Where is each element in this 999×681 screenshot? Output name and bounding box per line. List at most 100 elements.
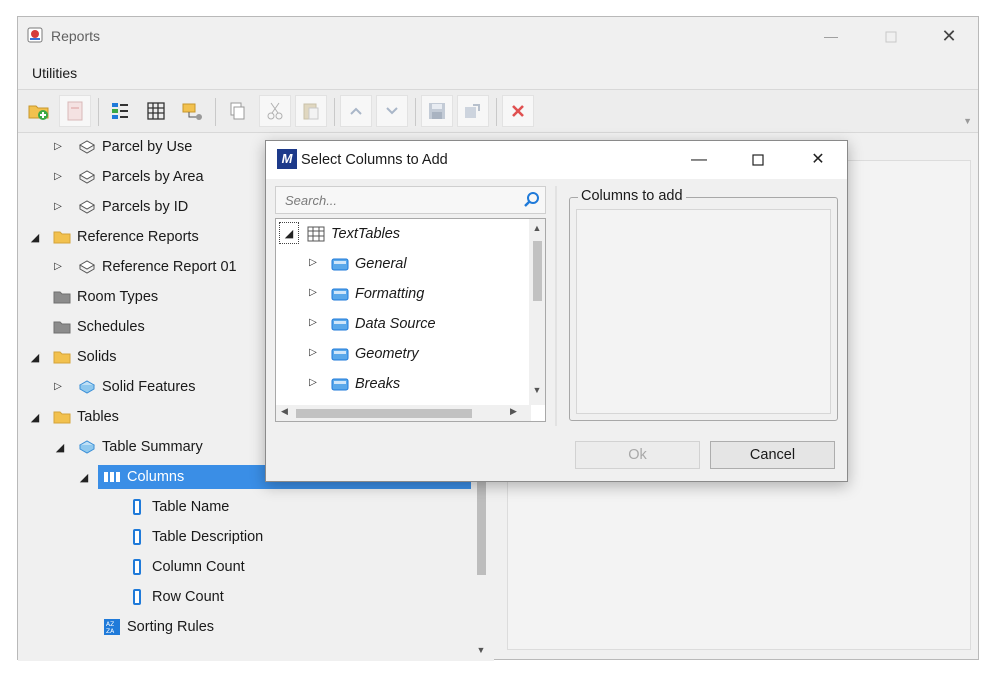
category-icon [331, 318, 349, 331]
folder-icon [53, 291, 71, 304]
scroll-right-icon[interactable]: ▶ [510, 406, 517, 417]
toolbar-overflow-icon[interactable]: ▼ [963, 116, 972, 126]
category-icon [331, 378, 349, 391]
maximize-icon [752, 154, 764, 166]
dialog-tree-item-breaks[interactable]: Breaks [331, 370, 400, 398]
dialog-tree-hscroll-thumb[interactable] [296, 409, 472, 418]
copy-button[interactable] [221, 95, 253, 127]
tree-item-parcel-by-use[interactable]: Parcel by Use [78, 135, 192, 159]
tree-item-parcels-by-id[interactable]: Parcels by ID [78, 195, 188, 219]
collapse-arrow-icon[interactable]: ◢ [29, 231, 41, 244]
minimize-button[interactable]: — [808, 23, 854, 49]
expand-arrow-icon[interactable]: ▷ [52, 261, 64, 272]
collapse-arrow-icon[interactable]: ◢ [54, 441, 66, 454]
dialog-tree-vscrollbar[interactable]: ▲ ▼ [529, 219, 545, 405]
tree-item-schedules[interactable]: Schedules [53, 315, 145, 339]
table-icon [307, 226, 325, 242]
svg-text:ZA: ZA [106, 628, 115, 635]
tree-item-column-count[interactable]: Column Count [128, 555, 245, 579]
move-down-button[interactable] [376, 95, 408, 127]
copy-icon [230, 102, 245, 120]
window-title: Reports [51, 28, 101, 44]
tree-item-table-description[interactable]: Table Description [128, 525, 263, 549]
new-report-button[interactable] [59, 95, 91, 127]
search-icon[interactable] [523, 191, 541, 209]
search-input[interactable] [276, 187, 516, 213]
chevron-down-icon [386, 107, 398, 115]
expand-arrow-icon[interactable]: ▷ [307, 257, 319, 268]
tree-item-reference-reports[interactable]: Reference Reports [53, 225, 199, 249]
table-button[interactable] [140, 95, 172, 127]
move-up-button[interactable] [340, 95, 372, 127]
column-icon [133, 499, 141, 515]
tree-scrollbar[interactable]: ▼ [475, 475, 487, 661]
columns-to-add-label: Columns to add [578, 188, 686, 204]
expand-arrow-icon[interactable]: ▷ [307, 287, 319, 298]
delete-button[interactable] [502, 95, 534, 127]
column-icon [133, 559, 141, 575]
properties-button[interactable] [176, 95, 208, 127]
scroll-left-icon[interactable]: ◀ [281, 406, 288, 417]
dialog-tree-item-general[interactable]: General [331, 250, 407, 278]
chevron-up-icon [350, 107, 362, 115]
tree-item-room-types[interactable]: Room Types [53, 285, 158, 309]
collapse-arrow-icon[interactable]: ◢ [78, 471, 90, 484]
scroll-down-icon[interactable]: ▼ [529, 385, 545, 395]
tree-item-row-count[interactable]: Row Count [128, 585, 224, 609]
dialog-splitter[interactable] [555, 186, 557, 426]
tree-item-parcels-by-area[interactable]: Parcels by Area [78, 165, 204, 189]
tree-item-reference-report-01[interactable]: Reference Report 01 [78, 255, 237, 279]
dialog-tree-hscrollbar[interactable]: ◀ ▶ [276, 405, 531, 421]
ok-button[interactable]: Ok [575, 441, 700, 469]
scroll-down-icon[interactable]: ▼ [475, 645, 487, 655]
expand-arrow-icon[interactable]: ▷ [307, 347, 319, 358]
dialog-tree-item-geometry[interactable]: Geometry [331, 340, 419, 368]
expand-arrow-icon[interactable]: ▷ [52, 381, 64, 392]
dialog-maximize-button[interactable] [738, 147, 778, 173]
title-bar: Reports — ✕ [18, 17, 978, 55]
save-icon [429, 103, 445, 119]
tree-item-table-summary[interactable]: Table Summary [78, 435, 203, 459]
collapse-arrow-icon[interactable]: ◢ [283, 227, 295, 240]
dialog-tree-item-data-source[interactable]: Data Source [331, 310, 436, 338]
select-columns-dialog: M Select Columns to Add — ✕ ◢ TextTables… [265, 140, 848, 482]
toolbar: ▼ [18, 89, 978, 133]
maximize-button[interactable] [868, 23, 914, 49]
dialog-tree-item-formatting[interactable]: Formatting [331, 280, 424, 308]
export-icon [465, 104, 480, 118]
report-list-button[interactable] [104, 95, 136, 127]
add-folder-button[interactable] [23, 95, 55, 127]
expand-arrow-icon[interactable]: ▷ [307, 377, 319, 388]
dialog-tree-vscroll-thumb[interactable] [533, 241, 542, 301]
tree-item-tables[interactable]: Tables [53, 405, 119, 429]
expand-arrow-icon[interactable]: ▷ [307, 317, 319, 328]
cancel-button[interactable]: Cancel [710, 441, 835, 469]
dialog-tree-item-texttables[interactable]: TextTables [307, 220, 400, 248]
expand-arrow-icon[interactable]: ▷ [52, 141, 64, 152]
menu-utilities[interactable]: Utilities [32, 65, 77, 81]
tree-scrollbar-thumb[interactable] [477, 475, 486, 575]
paste-button[interactable] [295, 95, 327, 127]
category-icon [331, 258, 349, 271]
scroll-up-icon[interactable]: ▲ [529, 223, 545, 233]
folder-icon [53, 231, 71, 244]
tree-item-table-name[interactable]: Table Name [128, 495, 229, 519]
export-button[interactable] [457, 95, 489, 127]
column-icon [133, 529, 141, 545]
sort-icon: AZZA [104, 619, 120, 635]
tree-item-sorting-rules[interactable]: AZ ZA Sorting Rules [103, 615, 214, 639]
save-button[interactable] [421, 95, 453, 127]
cut-button[interactable] [259, 95, 291, 127]
category-icon [331, 288, 349, 301]
dialog-minimize-button[interactable]: — [679, 147, 719, 173]
tree-item-solids[interactable]: Solids [53, 345, 117, 369]
dialog-close-button[interactable]: ✕ [798, 147, 838, 173]
collapse-arrow-icon[interactable]: ◢ [29, 351, 41, 364]
close-button[interactable]: ✕ [926, 23, 972, 49]
tree-item-solid-features[interactable]: Solid Features [78, 375, 196, 399]
columns-to-add-list[interactable] [576, 209, 831, 414]
expand-arrow-icon[interactable]: ▷ [52, 171, 64, 182]
report-icon [78, 380, 96, 394]
collapse-arrow-icon[interactable]: ◢ [29, 411, 41, 424]
expand-arrow-icon[interactable]: ▷ [52, 201, 64, 212]
